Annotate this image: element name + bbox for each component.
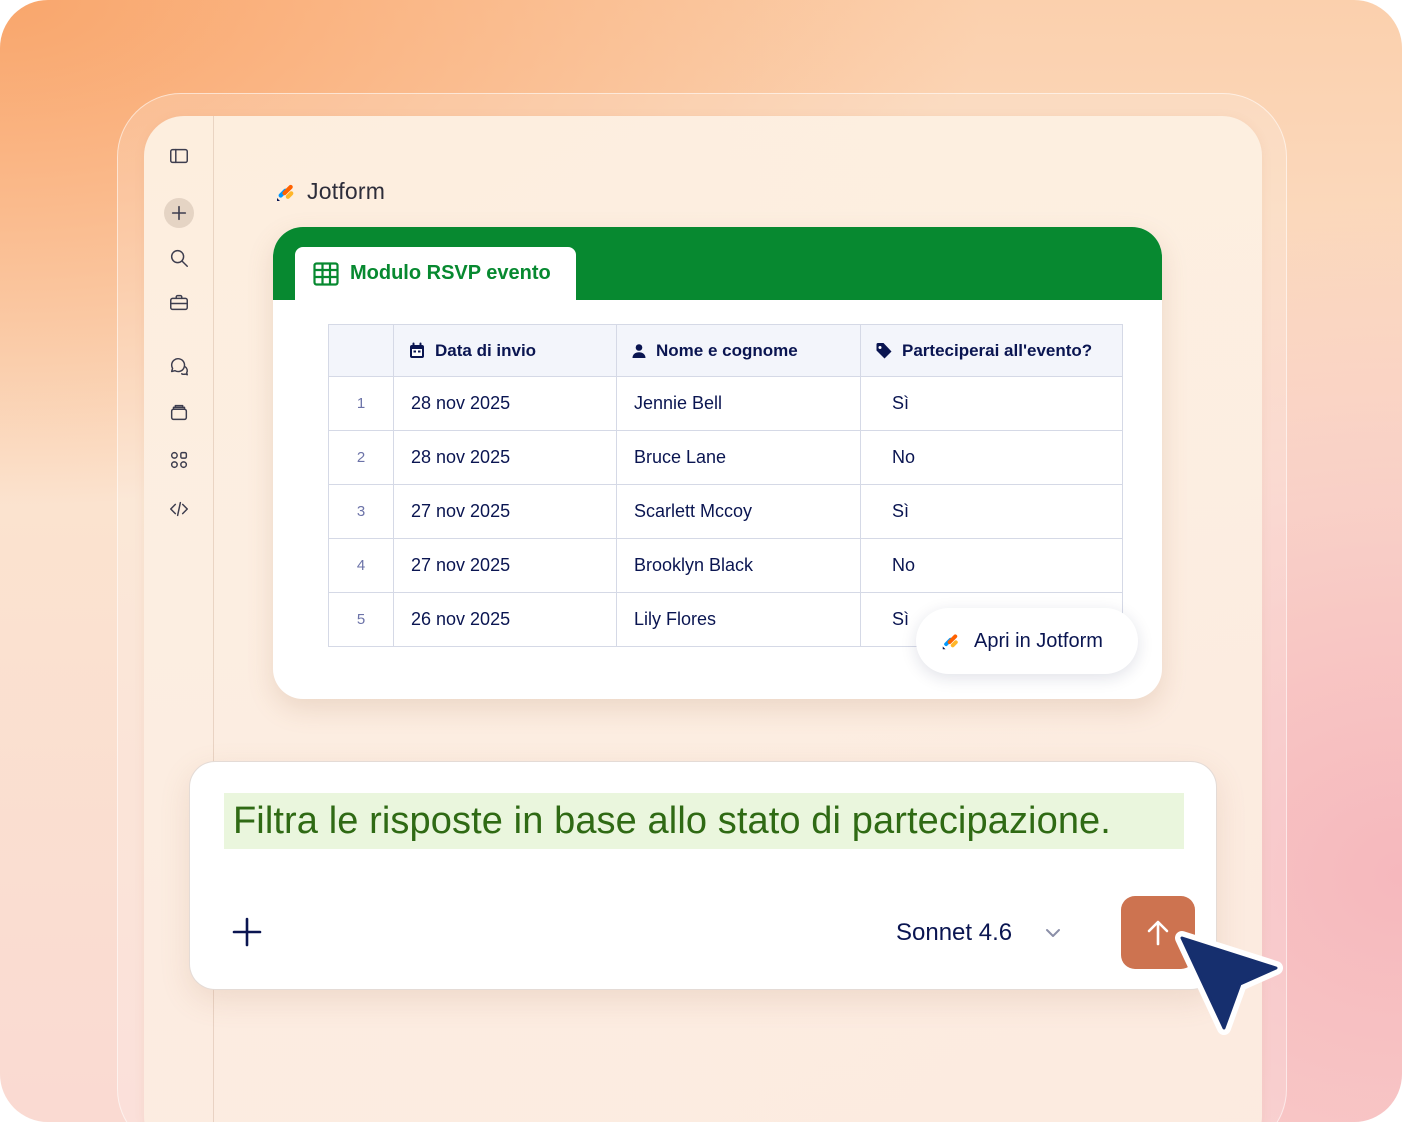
briefcase-icon[interactable]	[165, 289, 193, 317]
row-number: 5	[328, 592, 394, 647]
sidebar-toggle-icon[interactable]	[165, 142, 193, 170]
model-selector[interactable]: Sonnet 4.6	[896, 915, 1064, 951]
search-icon[interactable]	[165, 244, 193, 272]
form-tab[interactable]: Modulo RSVP evento	[295, 247, 576, 300]
row-number: 3	[328, 484, 394, 539]
cell-name: Bruce Lane	[616, 430, 861, 485]
open-in-jotform-button[interactable]: Apri in Jotform	[916, 608, 1138, 674]
column-header-attendance[interactable]: Parteciperai all'evento?	[860, 324, 1123, 377]
code-icon[interactable]	[165, 495, 193, 523]
corner-cell	[328, 324, 394, 377]
form-title: Modulo RSVP evento	[350, 262, 551, 284]
chevron-down-icon	[1046, 929, 1061, 937]
cell-date: 28 nov 2025	[393, 430, 617, 485]
apps-icon[interactable]	[165, 446, 193, 474]
open-in-jotform-label: Apri in Jotform	[974, 629, 1103, 652]
plus-icon	[232, 917, 262, 947]
background-canvas: Jotform Modulo RSVP evento Data di invio…	[0, 0, 1402, 1122]
jotform-logo-icon	[942, 634, 958, 650]
table-header-row: Data di invio Nome e cognome Partecipera…	[328, 324, 1123, 377]
table-row[interactable]: 3 27 nov 2025 Scarlett Mccoy Sì	[328, 484, 1123, 539]
cell-answer: Sì	[860, 484, 1123, 539]
tag-icon	[876, 342, 892, 358]
cell-name: Lily Flores	[616, 592, 861, 647]
cell-date: 27 nov 2025	[393, 538, 617, 593]
add-attachment-button[interactable]	[230, 915, 264, 949]
arrow-up-icon	[1147, 920, 1169, 945]
cell-answer: Sì	[860, 376, 1123, 431]
cell-date: 26 nov 2025	[393, 592, 617, 647]
responses-table: Data di invio Nome e cognome Partecipera…	[328, 324, 1123, 647]
new-chat-icon[interactable]	[164, 198, 194, 228]
calendar-icon	[410, 342, 424, 358]
row-number: 4	[328, 538, 394, 593]
chats-icon[interactable]	[165, 352, 193, 380]
cell-date: 28 nov 2025	[393, 376, 617, 431]
brand: Jotform	[274, 178, 385, 205]
table-row[interactable]: 4 27 nov 2025 Brooklyn Black No	[328, 538, 1123, 593]
cell-name: Scarlett Mccoy	[616, 484, 861, 539]
column-label-attendance: Parteciperai all'evento?	[902, 340, 1093, 360]
cell-name: Brooklyn Black	[616, 538, 861, 593]
prompt-box[interactable]: Filtra le risposte in base allo stato di…	[189, 761, 1217, 990]
table-row[interactable]: 1 28 nov 2025 Jennie Bell Sì	[328, 376, 1123, 431]
row-number: 1	[328, 376, 394, 431]
cell-date: 27 nov 2025	[393, 484, 617, 539]
table-row[interactable]: 2 28 nov 2025 Bruce Lane No	[328, 430, 1123, 485]
mouse-cursor-icon	[1175, 931, 1283, 1035]
row-number: 2	[328, 430, 394, 485]
artifacts-icon[interactable]	[165, 398, 193, 426]
column-label-date: Data di invio	[435, 340, 537, 360]
column-header-date[interactable]: Data di invio	[393, 324, 617, 377]
brand-name: Jotform	[307, 178, 386, 204]
cell-name: Jennie Bell	[616, 376, 861, 431]
cell-answer: No	[860, 430, 1123, 485]
table-grid-icon	[313, 261, 339, 286]
user-icon	[632, 343, 646, 358]
column-label-name: Nome e cognome	[656, 340, 798, 360]
cell-answer: No	[860, 538, 1123, 593]
card-header: Modulo RSVP evento	[273, 227, 1162, 300]
prompt-input[interactable]: Filtra le risposte in base allo stato di…	[224, 793, 1184, 849]
column-header-name[interactable]: Nome e cognome	[616, 324, 861, 377]
model-label: Sonnet 4.6	[896, 919, 1013, 946]
jotform-logo-icon	[277, 184, 294, 201]
